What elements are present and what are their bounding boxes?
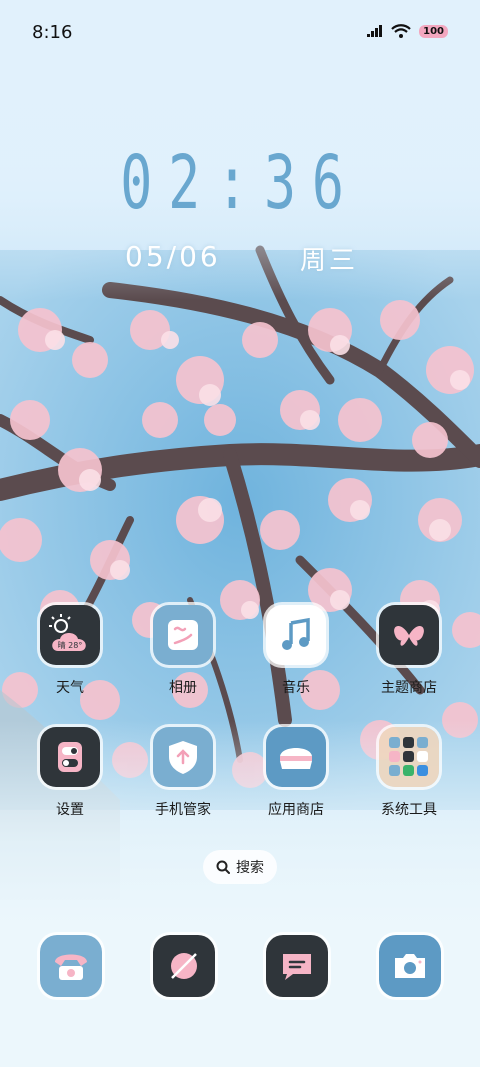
gallery-icon [153, 605, 213, 665]
search-icon [216, 860, 230, 874]
messages-icon [283, 954, 311, 980]
status-icons: 100 [367, 24, 448, 38]
app-label: 系统工具 [381, 802, 437, 818]
app-store-icon [266, 727, 326, 787]
signal-icon [367, 25, 383, 37]
search-label: 搜索 [236, 860, 264, 876]
phone-manager-icon [153, 727, 213, 787]
app-label: 设置 [56, 802, 84, 818]
phone-icon [55, 954, 87, 980]
app-weather[interactable]: 晴 28° 天气 [20, 605, 120, 697]
app-label: 相册 [169, 680, 197, 696]
clock-date[interactable]: 05/06 [125, 240, 221, 273]
weather-icon: 晴 28° [40, 605, 100, 665]
wifi-icon [391, 24, 411, 38]
dock-camera-app[interactable] [379, 935, 441, 997]
weather-widget-text: 晴 28° [58, 640, 83, 650]
search-button[interactable]: 搜索 [203, 850, 277, 884]
theme-store-icon [379, 605, 439, 665]
dock-messages-app[interactable] [266, 935, 328, 997]
app-settings[interactable]: 设置 [20, 727, 120, 819]
music-icon [266, 605, 326, 665]
settings-icon [40, 727, 100, 787]
app-label: 天气 [56, 680, 84, 696]
app-label: 音乐 [282, 680, 310, 696]
dock-browser-app[interactable] [153, 935, 215, 997]
system-tools-folder-icon [379, 727, 439, 787]
app-phone-manager[interactable]: 手机管家 [133, 727, 233, 819]
browser-icon [171, 953, 197, 979]
app-theme-store[interactable]: 主题商店 [359, 605, 459, 697]
app-app-store[interactable]: 应用商店 [246, 727, 346, 819]
app-label: 手机管家 [155, 802, 211, 818]
app-gallery[interactable]: 相册 [133, 605, 233, 697]
clock-weekday[interactable]: 周三 [300, 240, 358, 277]
clock-time[interactable]: 02:36 [67, 140, 413, 226]
dock-phone-app[interactable] [40, 935, 102, 997]
battery-icon: 100 [419, 24, 448, 38]
app-system-tools-folder[interactable]: 系统工具 [359, 727, 459, 819]
status-time: 8:16 [32, 22, 73, 43]
app-label: 应用商店 [268, 802, 324, 818]
camera-icon [395, 954, 425, 978]
app-music[interactable]: 音乐 [246, 605, 346, 697]
app-label: 主题商店 [381, 680, 437, 696]
